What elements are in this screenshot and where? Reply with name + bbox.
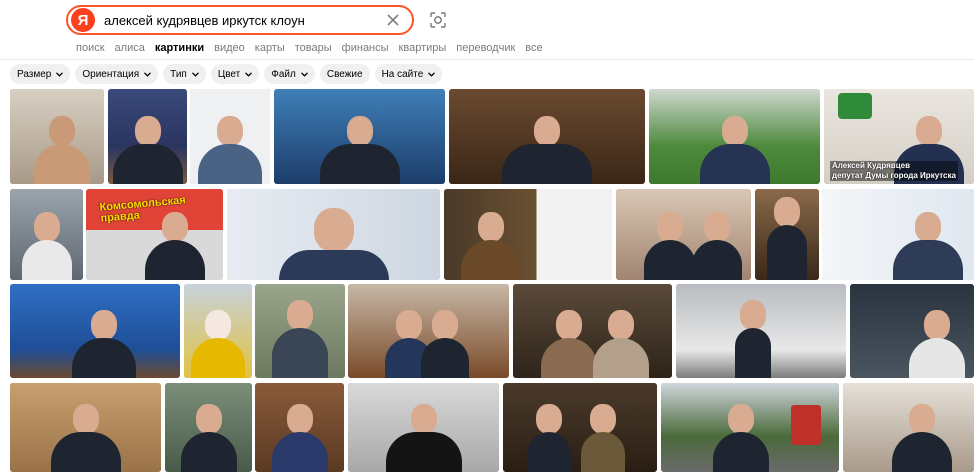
image-thumbnail[interactable] [444,189,612,280]
filter-color-label: Цвет [217,68,241,80]
tab-realty[interactable]: квартиры [399,42,447,54]
filter-size[interactable]: Размер [10,64,71,84]
image-thumbnail[interactable] [255,383,344,472]
image-thumbnail[interactable] [348,284,509,378]
tab-translate[interactable]: переводчик [456,42,515,54]
image-thumbnail[interactable] [184,284,252,378]
filter-fresh[interactable]: Свежие [319,64,370,84]
filter-fresh-label: Свежие [326,68,363,80]
chevron-down-icon [428,71,436,77]
filter-bar: Размер Ориентация Тип Цвет Файл Свежие Н… [10,64,447,84]
close-icon[interactable] [384,11,402,29]
image-thumbnail[interactable] [649,89,820,184]
tab-maps[interactable]: карты [255,42,285,54]
image-thumbnail[interactable] [850,284,974,378]
filter-type[interactable]: Тип [163,64,206,84]
tab-all[interactable]: все [525,42,542,54]
image-thumbnail[interactable] [10,383,161,472]
image-thumbnail[interactable] [10,189,83,280]
tab-alice[interactable]: алиса [115,42,145,54]
filter-file[interactable]: Файл [264,64,315,84]
image-thumbnail[interactable] [676,284,846,378]
filter-orientation-label: Ориентация [82,68,140,80]
image-thumbnail[interactable] [513,284,672,378]
yandex-logo[interactable]: Я [71,8,95,32]
chevron-down-icon [300,71,308,77]
filter-type-label: Тип [170,68,187,80]
image-thumbnail[interactable] [10,89,104,184]
filter-size-label: Размер [17,68,52,80]
chevron-down-icon [245,71,253,77]
image-thumbnail[interactable]: Алексей Кудрявцев депутат Думы города Ир… [824,89,974,184]
image-thumbnail[interactable] [274,89,445,184]
tab-search[interactable]: поиск [76,42,105,54]
filter-file-label: Файл [271,68,296,80]
image-caption: Алексей Кудрявцев депутат Думы города Ир… [830,161,958,181]
image-thumbnail[interactable] [227,189,440,280]
search-input[interactable] [102,11,376,29]
filter-on-site[interactable]: На сайте [374,64,443,84]
image-thumbnail[interactable] [843,383,974,472]
image-thumbnail[interactable] [108,89,187,184]
image-thumbnail[interactable] [190,89,270,184]
filter-orientation[interactable]: Ориентация [75,64,159,84]
image-thumbnail[interactable] [255,284,345,378]
image-thumbnail[interactable] [165,383,252,472]
header-divider [0,59,974,60]
image-thumbnail[interactable] [10,284,180,378]
tab-images[interactable]: картинки [155,42,204,54]
tab-products[interactable]: товары [295,42,332,54]
filter-color[interactable]: Цвет [210,64,260,84]
search-bar[interactable]: Я [66,5,414,35]
chevron-down-icon [144,71,152,77]
tab-video[interactable]: видео [214,42,245,54]
image-thumbnail[interactable] [822,189,974,280]
tab-finance[interactable]: финансы [342,42,389,54]
image-thumbnail[interactable] [449,89,645,184]
chevron-down-icon [191,71,199,77]
image-thumbnail[interactable] [503,383,657,472]
image-thumbnail[interactable] [616,189,751,280]
chevron-down-icon [56,71,64,77]
service-tabs: поиск алиса картинки видео карты товары … [76,42,553,54]
image-thumbnail[interactable] [348,383,499,472]
image-thumbnail[interactable]: Комсомольская правда [86,189,223,280]
image-search-lens-icon[interactable] [429,11,447,29]
image-thumbnail[interactable] [661,383,839,472]
filter-on-site-label: На сайте [381,68,424,80]
image-thumbnail[interactable] [755,189,819,280]
